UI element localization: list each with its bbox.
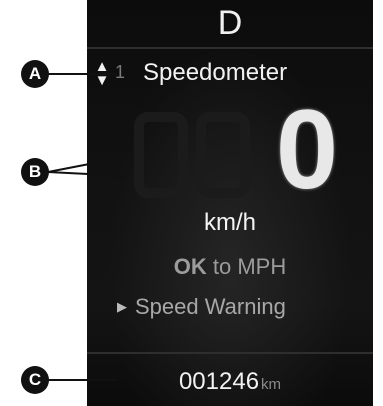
callout-a-badge: A (21, 60, 49, 88)
callout-c-badge: C (21, 366, 49, 394)
callout-b-leader-lower (47, 171, 129, 177)
callout-b-leader-upper (47, 159, 111, 173)
callout-leader-lines (47, 73, 129, 381)
callout-b-badge: B (21, 158, 49, 186)
